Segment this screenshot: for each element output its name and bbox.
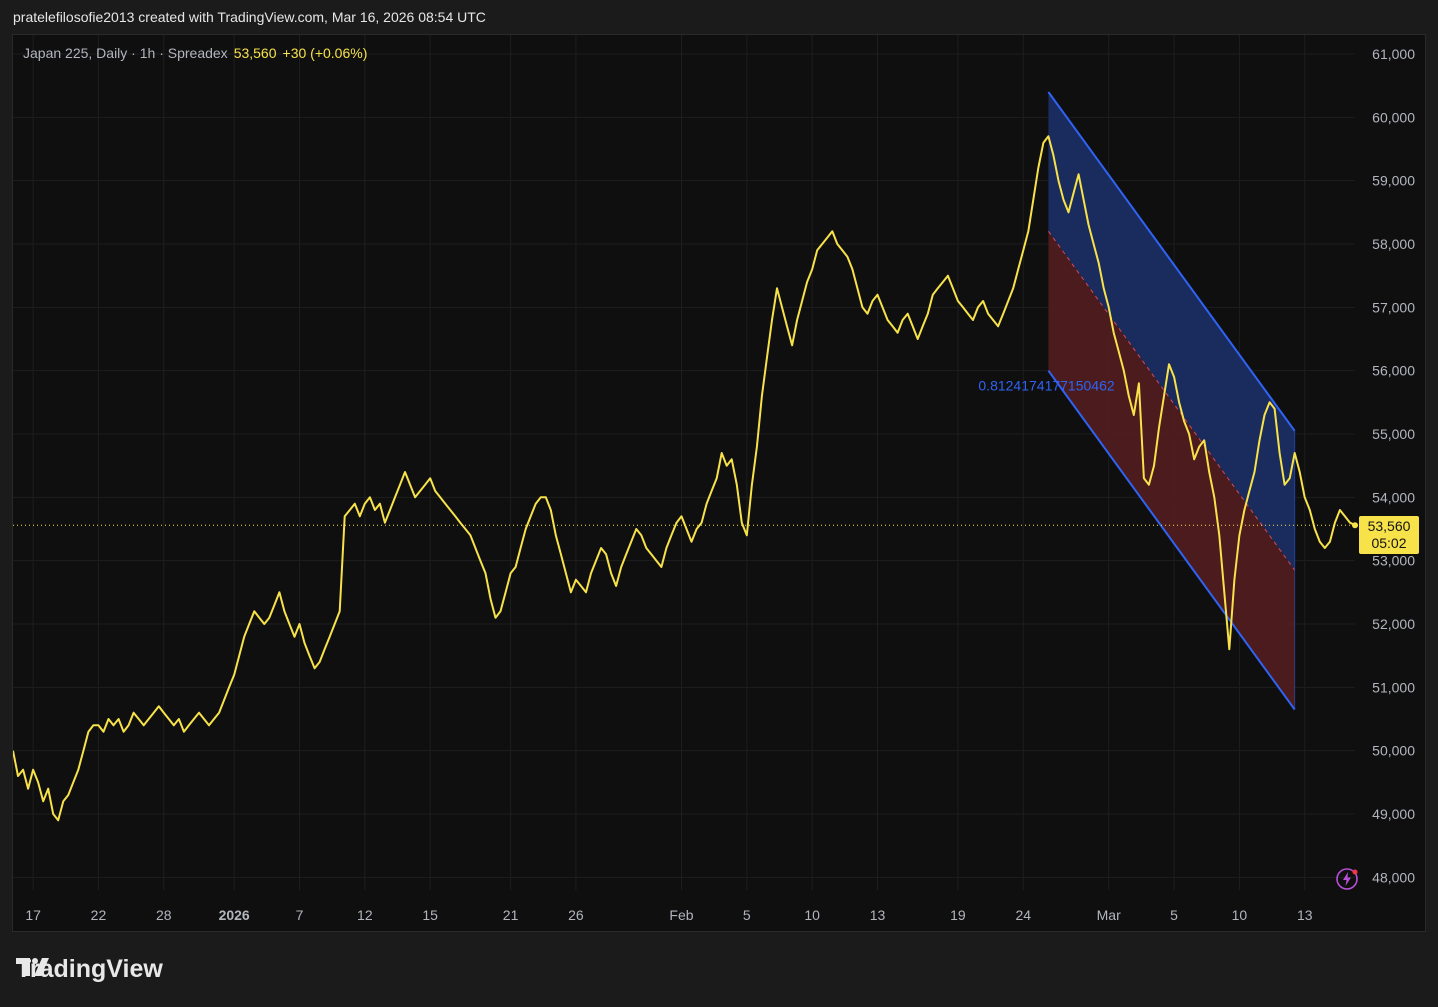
x-tick-label: Mar xyxy=(1097,907,1121,923)
chart-legend: Japan 225, Daily · 1h · Spreadex 53,560 +3… xyxy=(23,45,367,61)
x-tick-label: 13 xyxy=(1297,907,1313,923)
bar-countdown: 05:02 xyxy=(1371,535,1407,551)
x-tick-label: 28 xyxy=(156,907,172,923)
x-tick-label: 22 xyxy=(91,907,107,923)
x-tick-label: 13 xyxy=(870,907,886,923)
y-tick-label: 60,000 xyxy=(1372,109,1415,125)
x-tick-label: 24 xyxy=(1015,907,1031,923)
y-tick-label: 53,000 xyxy=(1372,553,1415,569)
attribution-text: pratelefilosofie2013 created with Tradin… xyxy=(13,9,486,25)
x-tick-label: 5 xyxy=(743,907,751,923)
x-tick-label: Feb xyxy=(669,907,693,923)
x-tick-label: 7 xyxy=(296,907,304,923)
y-tick-label: 51,000 xyxy=(1372,679,1415,695)
chart-panel[interactable]: 61,000 60,000 59,000 58,000 57,000 56,000 55,0… xyxy=(12,34,1426,932)
x-tick-label: 2026 xyxy=(219,907,250,923)
x-tick-label: 10 xyxy=(1232,907,1248,923)
y-tick-label: 54,000 xyxy=(1372,489,1415,505)
x-tick-label: 12 xyxy=(357,907,373,923)
y-tick-label: 55,000 xyxy=(1372,426,1415,442)
x-tick-label: 10 xyxy=(804,907,820,923)
y-tick-label: 58,000 xyxy=(1372,236,1415,252)
x-tick-label: 21 xyxy=(503,907,519,923)
y-tick-label: 61,000 xyxy=(1372,46,1415,62)
x-tick-label: 17 xyxy=(25,907,41,923)
price-change: +30 (+0.06%) xyxy=(282,45,368,61)
channel-coefficient-label: 0.8124174177150462 xyxy=(978,378,1114,394)
tradingview-brand[interactable]: TradingView xyxy=(16,955,163,984)
y-tick-label: 48,000 xyxy=(1372,869,1415,885)
x-tick-label: 15 xyxy=(422,907,438,923)
current-price-value: 53,560 xyxy=(1367,518,1411,534)
y-tick-label: 52,000 xyxy=(1372,616,1415,632)
y-tick-label: 50,000 xyxy=(1372,743,1415,759)
x-tick-label: 26 xyxy=(568,907,584,923)
price-chart[interactable]: 61,000 60,000 59,000 58,000 57,000 56,000 55,0… xyxy=(13,35,1425,931)
last-price: 53,560 xyxy=(233,45,277,61)
tradingview-logo-icon xyxy=(16,958,49,976)
last-price-point xyxy=(1352,522,1358,529)
x-tick-label: 19 xyxy=(950,907,966,923)
current-price-tag: 53,560 05:02 xyxy=(1359,516,1419,554)
lightning-icon[interactable] xyxy=(1335,867,1359,891)
symbol-label: Japan 225, Daily · 1h · Spreadex xyxy=(23,45,228,61)
y-tick-label: 59,000 xyxy=(1372,173,1415,189)
y-tick-label: 57,000 xyxy=(1372,299,1415,315)
y-tick-label: 56,000 xyxy=(1372,363,1415,379)
x-tick-label: 5 xyxy=(1170,907,1178,923)
y-tick-label: 49,000 xyxy=(1372,806,1415,822)
